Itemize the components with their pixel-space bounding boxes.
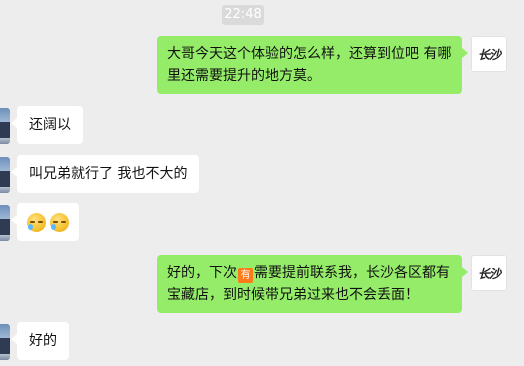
incoming-message-bubble[interactable]: 好的 bbox=[11, 322, 69, 360]
message-text: 叫兄弟就行了 我也不大的 bbox=[29, 166, 188, 182]
incoming-message-bubble[interactable] bbox=[11, 203, 79, 241]
sweat-smile-emoji bbox=[27, 212, 46, 232]
message-timestamp: 22:48 bbox=[222, 5, 264, 25]
contact-avatar[interactable] bbox=[0, 205, 10, 241]
avatar-logo-text: 长沙 bbox=[477, 47, 501, 62]
you-badge-icon: 有 bbox=[238, 268, 253, 283]
message-text: 还阔以 bbox=[29, 117, 71, 133]
message-text-part: 好的，下次 bbox=[167, 265, 237, 281]
contact-avatar[interactable] bbox=[0, 157, 10, 193]
contact-avatar[interactable] bbox=[0, 324, 10, 360]
outgoing-message-bubble[interactable]: 好的，下次有需要提前联系我，长沙各区都有宝藏店，到时候带兄弟过来也不会丢面！ bbox=[157, 255, 468, 313]
incoming-message-bubble[interactable]: 还阔以 bbox=[11, 106, 83, 144]
message-text: 大哥今天这个体验的怎么样，还算到位吧 有哪里还需要提升的地方莫。 bbox=[167, 46, 452, 84]
sweat-smile-emoji bbox=[50, 212, 69, 232]
avatar-logo-text: 长沙 bbox=[477, 266, 501, 281]
outgoing-message-bubble[interactable]: 大哥今天这个体验的怎么样，还算到位吧 有哪里还需要提升的地方莫。 bbox=[157, 36, 468, 94]
incoming-message-bubble[interactable]: 叫兄弟就行了 我也不大的 bbox=[10, 155, 200, 193]
message-text: 好的 bbox=[29, 333, 57, 349]
my-avatar[interactable]: 长沙 bbox=[471, 255, 507, 291]
contact-avatar[interactable] bbox=[0, 108, 10, 144]
my-avatar[interactable]: 长沙 bbox=[471, 36, 507, 72]
